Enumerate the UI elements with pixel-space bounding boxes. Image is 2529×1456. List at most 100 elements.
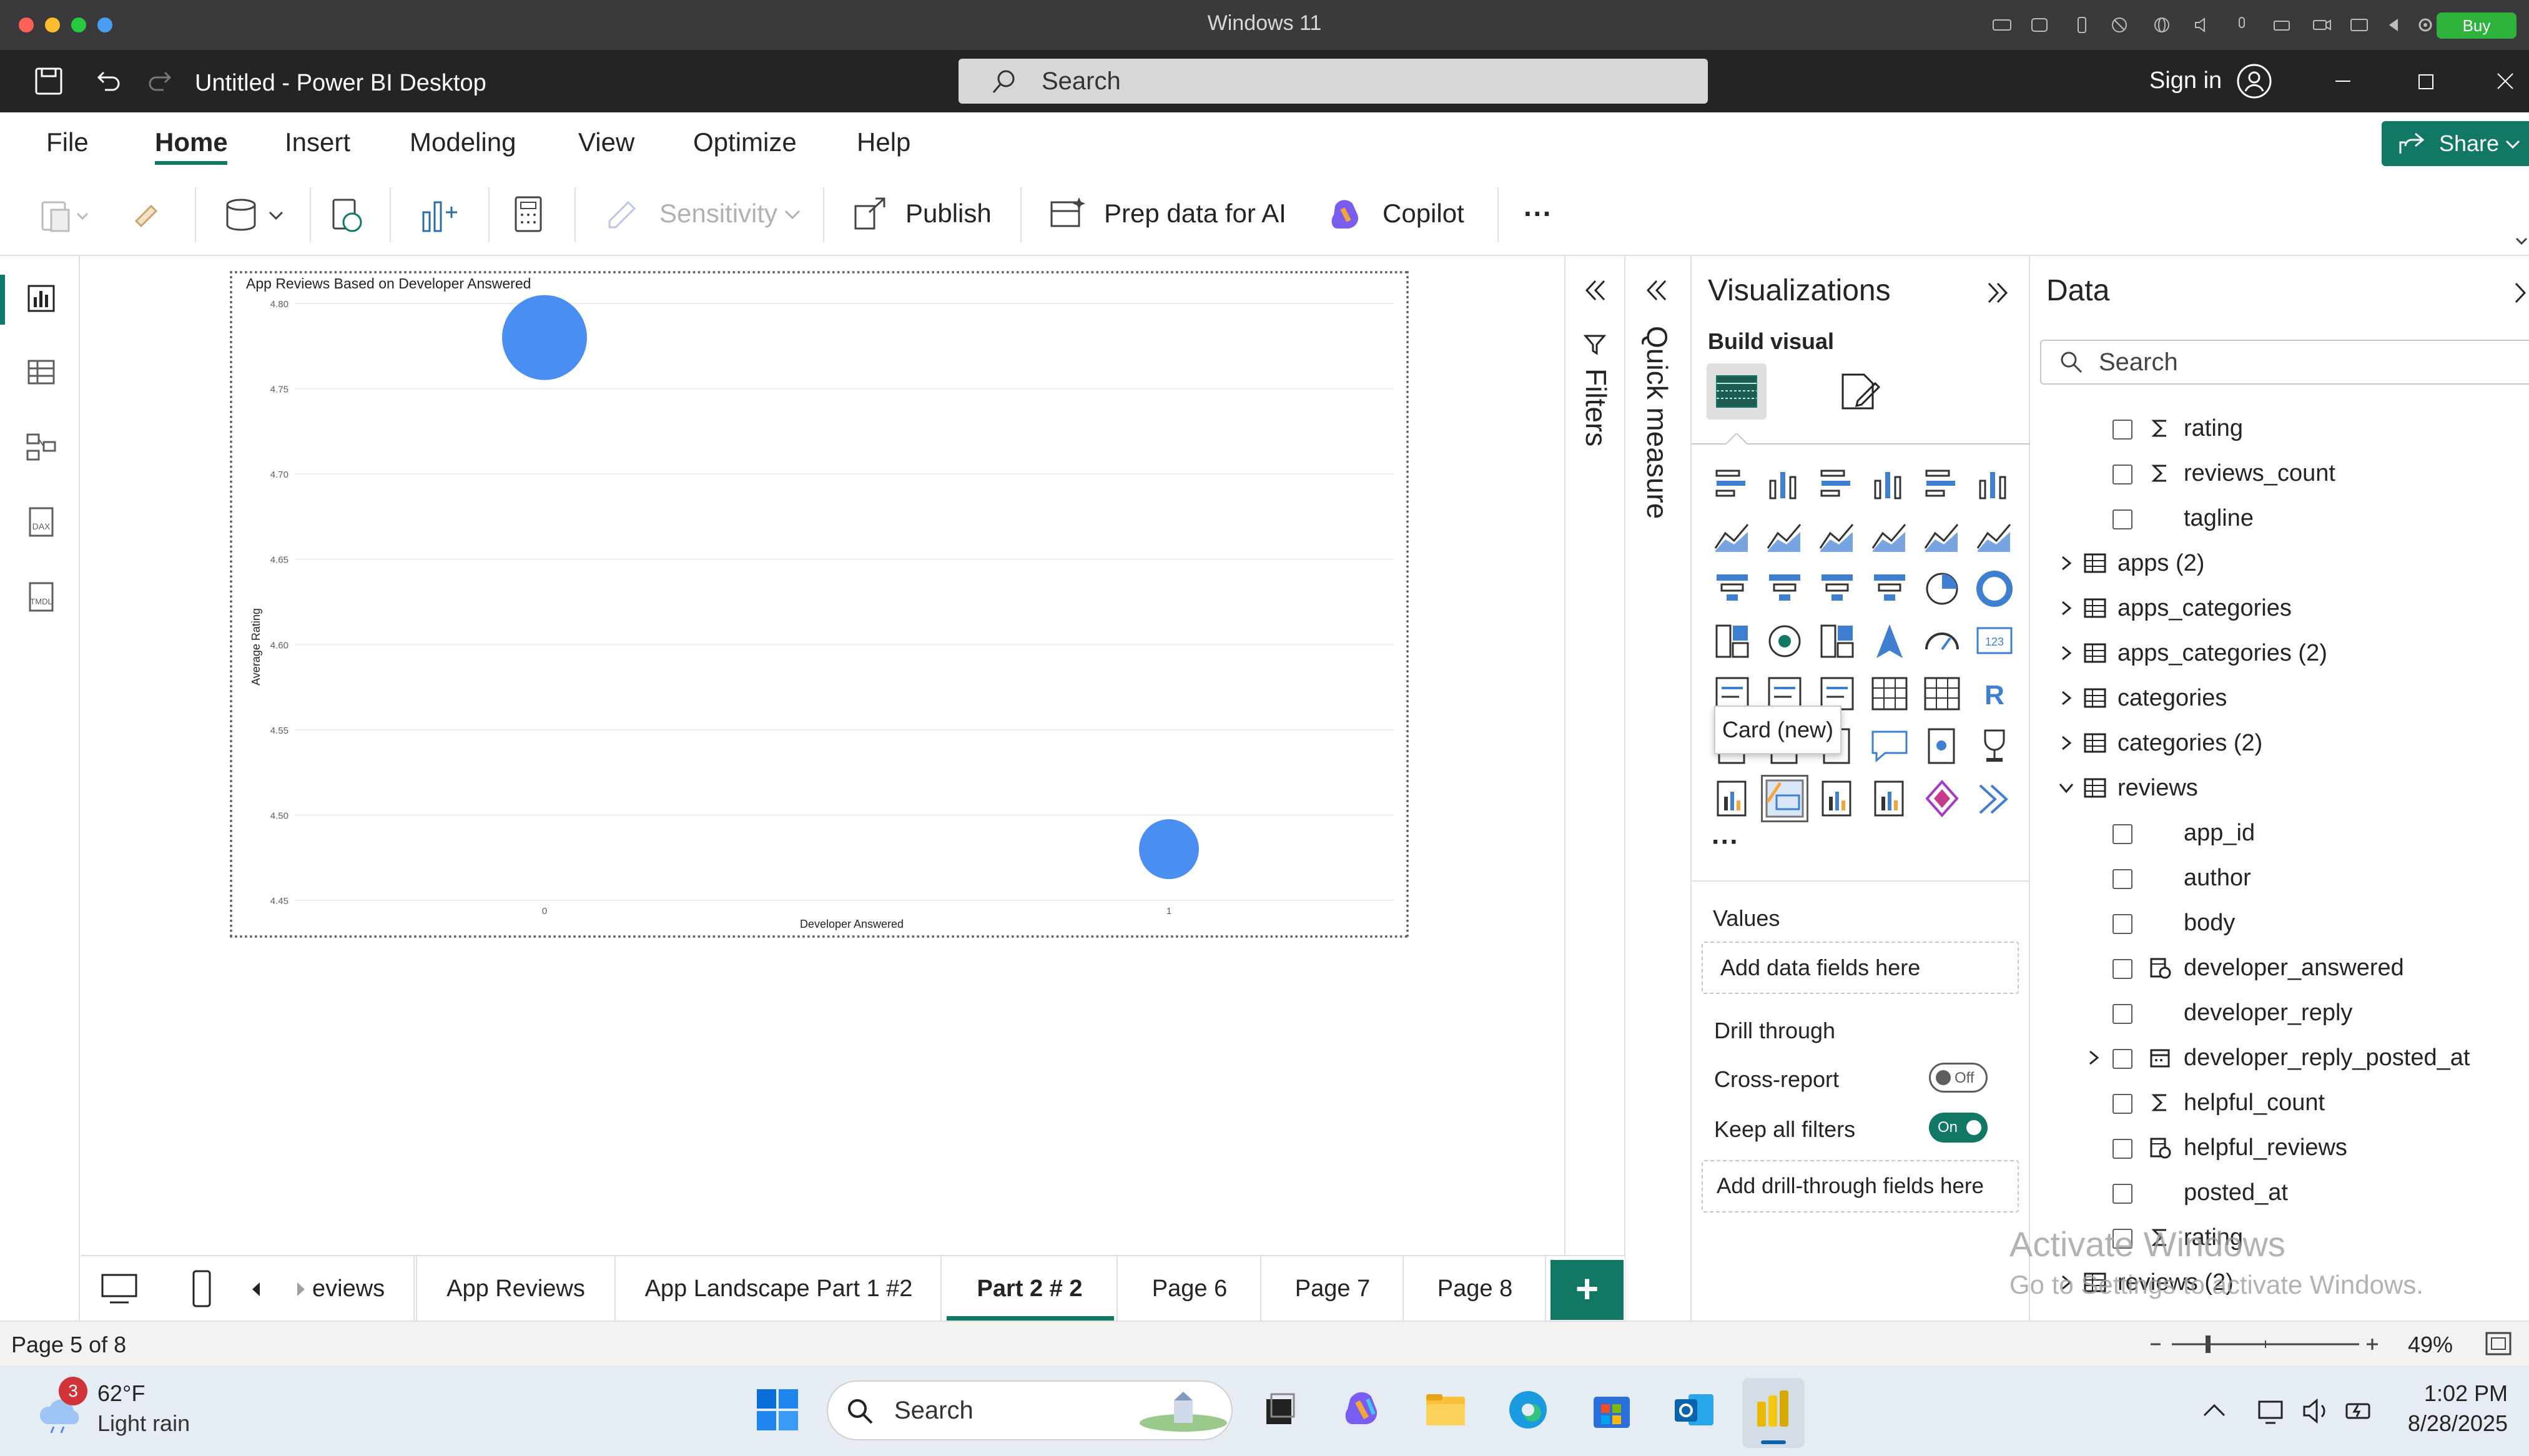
report-view-icon[interactable] [22,280,60,317]
visual-type-icon[interactable] [1973,462,2016,506]
page-tab[interactable]: App Reviews [416,1256,616,1322]
undo-icon[interactable] [91,65,124,97]
minimize-icon[interactable] [2323,61,2363,101]
windows-start-icon[interactable] [753,1385,802,1434]
data-point-bubble[interactable] [502,295,587,380]
no-share-icon[interactable] [2108,14,2131,36]
build-visual-tab[interactable] [1707,363,1767,420]
visual-type-icon[interactable] [1815,619,1859,663]
power-bi-taskbar-highlight[interactable] [1742,1378,1805,1448]
more-options-button[interactable]: ··· [1524,190,1552,237]
field-checkbox[interactable] [2112,959,2132,979]
visual-type-icon[interactable] [1710,619,1754,663]
data-field-row[interactable]: developer_answered [2030,945,2529,990]
visual-type-icon[interactable] [1815,514,1859,558]
page-tab-active[interactable]: Part 2 # 2 [943,1256,1118,1322]
data-table-row[interactable]: apps_categories [2030,586,2529,631]
field-checkbox[interactable] [2112,1049,2132,1069]
refresh-icon[interactable] [327,196,368,237]
visual-type-icon[interactable] [1920,514,1964,558]
menu-insert[interactable]: Insert [285,127,350,157]
tmdl-view-icon[interactable]: TMDL [22,578,60,616]
data-field-row[interactable]: posted_at [2030,1170,2529,1215]
visual-type-icon[interactable] [1920,619,1964,663]
display-icon[interactable] [2028,14,2051,36]
camera-icon[interactable] [2310,14,2333,36]
visual-type-icon[interactable] [1763,514,1807,558]
menu-home[interactable]: Home [155,127,228,157]
maximize-icon[interactable] [2405,61,2445,101]
data-field-row[interactable]: app_id [2030,810,2529,855]
more-visuals-button[interactable]: ··· [1712,827,1739,858]
visual-type-icon[interactable] [1763,567,1807,611]
visual-type-icon[interactable] [1868,672,1911,716]
usb-icon[interactable] [2071,14,2093,36]
data-field-row[interactable]: rating [2030,1215,2529,1260]
visual-type-icon[interactable] [1868,619,1911,663]
keyboard-icon[interactable] [1991,14,2013,36]
page-tab[interactable]: Page 7 [1263,1256,1404,1322]
folder-icon[interactable] [2348,14,2370,36]
show-hidden-icons-chevron[interactable] [2201,1398,2228,1423]
chevron-right-icon[interactable] [2056,643,2076,663]
account-icon[interactable] [2236,62,2273,100]
data-table-row[interactable]: categories (2) [2030,721,2529,765]
visual-type-icon[interactable] [1710,777,1754,820]
scroll-tabs-right-icon[interactable] [293,1280,308,1299]
dax-query-icon[interactable]: DAX [22,503,60,541]
data-field-row[interactable]: rating [2030,406,2529,451]
table-view-icon[interactable] [22,353,60,391]
scatter-chart-visual[interactable]: App Reviews Based on Developer Answered … [230,271,1409,938]
microphone-icon[interactable] [2231,14,2253,36]
speaker-icon[interactable] [2191,14,2213,36]
collapse-ribbon-icon[interactable] [2514,235,2529,247]
data-field-row[interactable]: reviews_count [2030,451,2529,496]
field-checkbox[interactable] [2112,824,2132,844]
data-table-row[interactable]: categories [2030,676,2529,721]
visual-type-icon[interactable] [1868,777,1911,820]
temperature[interactable]: 62°F [97,1380,145,1407]
visual-type-icon[interactable] [1920,567,1964,611]
visual-type-icon[interactable] [1815,567,1859,611]
field-checkbox[interactable] [2112,914,2132,934]
visual-type-icon[interactable] [1920,462,1964,506]
expand-filters-icon[interactable] [1579,275,1610,306]
field-checkbox[interactable] [2112,1229,2132,1249]
prep-data-button[interactable]: Prep data for AI [1048,190,1286,237]
visual-type-icon[interactable] [1973,724,2016,768]
visual-type-icon[interactable] [1710,567,1754,611]
menu-view[interactable]: View [578,127,634,157]
menu-modeling[interactable]: Modeling [410,127,516,157]
data-table-row[interactable]: reviews [2030,765,2529,810]
visual-type-icon[interactable] [1920,672,1964,716]
zoom-slider[interactable] [2146,1332,2382,1357]
visual-type-icon[interactable] [1710,514,1754,558]
visual-type-icon[interactable] [1973,567,2016,611]
visual-type-icon[interactable] [1815,777,1859,820]
chevron-right-icon[interactable] [2056,553,2076,573]
visual-type-icon[interactable] [1973,514,2016,558]
globe-icon[interactable] [2151,14,2173,36]
collapse-data-pane-icon[interactable] [2510,277,2529,308]
data-point-bubble[interactable] [1139,819,1199,880]
publish-button[interactable]: Publish [850,190,992,237]
values-well[interactable]: Add data fields here [1702,942,2019,994]
visual-type-icon[interactable] [1868,724,1911,768]
data-field-row[interactable]: helpful_reviews [2030,1125,2529,1170]
field-checkbox[interactable] [2112,509,2132,529]
gear-icon[interactable] [2414,14,2437,36]
visual-type-icon[interactable] [1868,462,1911,506]
chevron-right-icon[interactable] [2056,688,2076,708]
model-view-icon[interactable] [22,428,60,466]
data-field-row[interactable]: author [2030,855,2529,900]
task-view-icon[interactable] [1255,1385,1304,1434]
chevron-right-icon[interactable] [2056,598,2076,618]
page-tab[interactable]: eviews [312,1256,415,1322]
menu-file[interactable]: File [46,127,89,157]
edge-browser-icon[interactable] [1504,1385,1552,1434]
data-field-row[interactable]: developer_reply [2030,990,2529,1035]
report-canvas[interactable]: App Reviews Based on Developer Answered … [81,256,1564,1255]
menu-optimize[interactable]: Optimize [693,127,797,157]
field-checkbox[interactable] [2112,465,2132,485]
sign-in-link[interactable]: Sign in [2149,67,2222,94]
